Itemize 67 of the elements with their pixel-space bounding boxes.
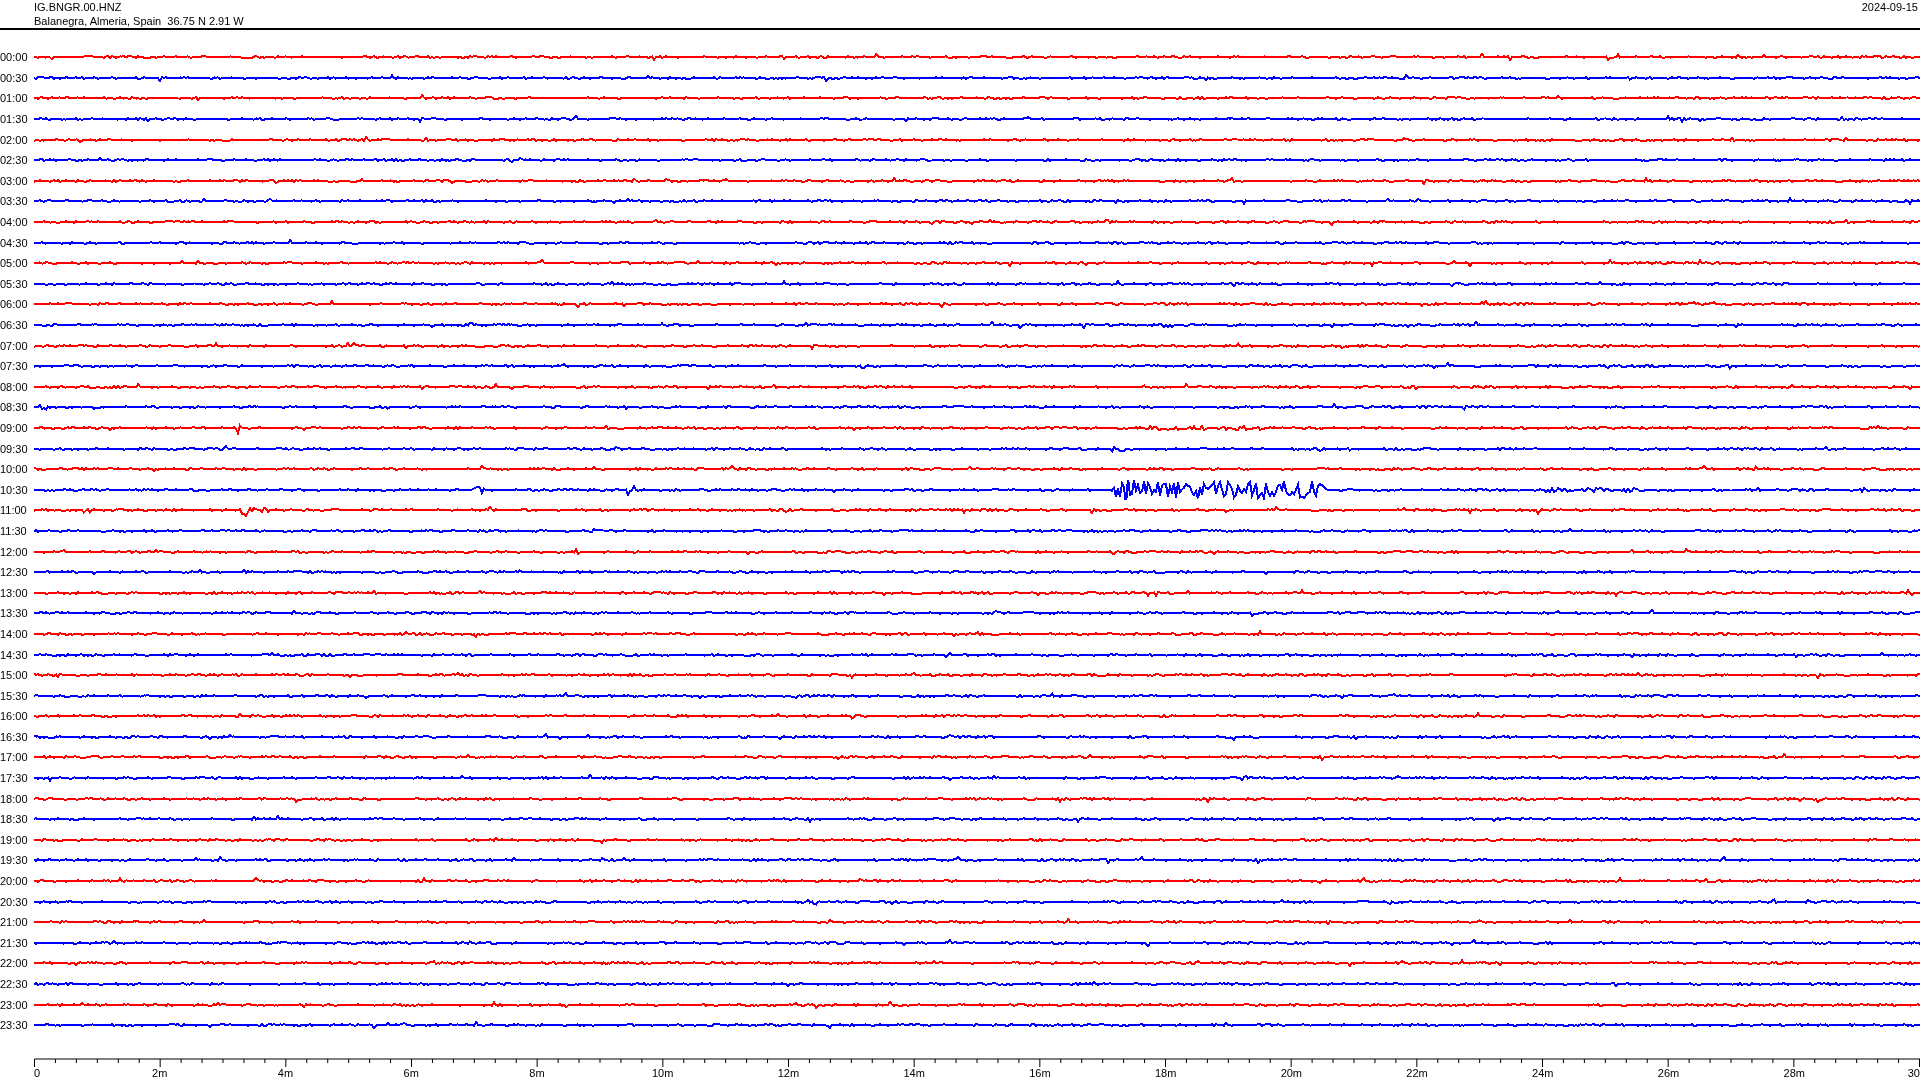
time-label: 22:00: [0, 957, 29, 970]
time-label: 04:00: [0, 216, 29, 229]
axis-tick-label: 20m: [1280, 1066, 1303, 1080]
time-label: 19:30: [0, 854, 29, 867]
axis-tick-label: 28m: [1783, 1066, 1805, 1080]
axis-tick-label: 8m: [529, 1066, 545, 1080]
time-label: 14:30: [0, 648, 29, 661]
time-label: 08:00: [0, 380, 29, 393]
axis-tick-label: 0: [34, 1066, 41, 1080]
time-label: 02:30: [0, 154, 29, 167]
time-label: 00:00: [0, 51, 29, 64]
axis-tick-label: 24m: [1532, 1066, 1554, 1080]
time-label: 18:00: [0, 792, 29, 805]
time-label: 23:30: [0, 1019, 29, 1032]
time-label: 15:30: [0, 689, 29, 702]
time-label: 15:00: [0, 669, 29, 682]
time-label: 19:00: [0, 833, 29, 846]
station-code: IG.BNGR.00.HNZ: [34, 0, 123, 14]
time-label: 21:30: [0, 936, 29, 949]
time-label: 11:30: [0, 524, 28, 537]
axis-tick-label: 2m: [152, 1066, 168, 1080]
time-label: 18:30: [0, 813, 29, 826]
time-label: 06:00: [0, 298, 29, 311]
time-label: 03:00: [0, 174, 29, 187]
time-label: 00:30: [0, 71, 29, 84]
time-label: 14:00: [0, 627, 29, 640]
time-label: 09:00: [0, 422, 29, 434]
time-label: 20:30: [0, 895, 29, 908]
plot-date: 2024-09-15: [1861, 0, 1918, 15]
time-label: 16:00: [0, 710, 29, 723]
time-label: 05:30: [0, 277, 29, 290]
time-label: 05:00: [0, 257, 29, 270]
time-label: 12:30: [0, 566, 29, 579]
time-label: 11:00: [0, 504, 28, 517]
time-label: 10:30: [0, 483, 29, 496]
time-label: 02:00: [0, 133, 29, 146]
time-label: 16:30: [0, 730, 29, 743]
time-label: 08:30: [0, 401, 29, 414]
axis-tick-label: 12m: [777, 1066, 800, 1080]
axis-tick-label: 26m: [1657, 1066, 1680, 1080]
time-label: 09:30: [0, 442, 29, 455]
axis-tick-label: 10m: [651, 1066, 674, 1080]
time-label: 13:30: [0, 607, 29, 620]
time-label: 04:30: [0, 236, 29, 249]
time-label: 07:30: [0, 360, 29, 373]
time-label: 01:30: [0, 113, 29, 126]
axis-tick-label: 6m: [403, 1066, 419, 1080]
axis-tick-label: 4m: [277, 1066, 294, 1080]
axis-tick-label: 22m: [1406, 1066, 1428, 1080]
time-label: 03:30: [0, 195, 29, 208]
time-label: 12:00: [0, 545, 29, 558]
station-location: Balanegra, Almeria, Spain 36.75 N 2.91 W: [34, 14, 244, 28]
time-label: 17:30: [0, 772, 29, 785]
time-label: 23:00: [0, 998, 29, 1011]
axis-tick-label: 16m: [1029, 1066, 1051, 1080]
time-label: 06:30: [0, 319, 29, 331]
axis-tick-label: 18m: [1154, 1066, 1177, 1080]
time-label: 10:00: [0, 463, 29, 476]
time-label: 21:00: [0, 916, 29, 929]
time-label: 07:00: [0, 339, 29, 352]
time-label: 17:00: [0, 751, 29, 764]
time-label: 22:30: [0, 978, 29, 990]
time-label: 13:00: [0, 586, 29, 599]
time-label: 20:00: [0, 875, 29, 888]
time-label: 01:00: [0, 92, 29, 105]
axis-tick-label: 30: [1907, 1066, 1920, 1080]
axis-tick-label: 14m: [903, 1066, 925, 1080]
